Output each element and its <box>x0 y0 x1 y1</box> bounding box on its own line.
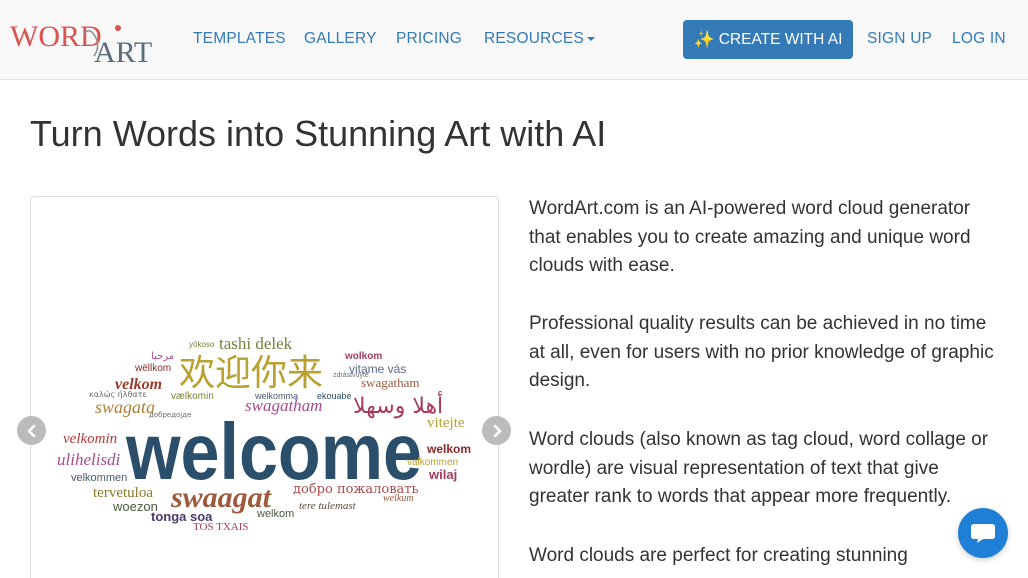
nav-gallery[interactable]: GALLERY <box>304 30 377 48</box>
logo-art-text: ART <box>94 36 152 68</box>
cloud-word: velkomin <box>63 431 117 447</box>
chevron-left-icon <box>27 424 35 437</box>
wordart-logo[interactable]: WORD ART <box>10 16 172 68</box>
nav-templates[interactable]: TEMPLATES <box>193 30 286 48</box>
cloud-word: velkommen <box>71 472 127 484</box>
cloud-word: καλώς ήλθατε <box>89 389 147 399</box>
cloud-word: vitejte <box>427 415 465 431</box>
sparkles-icon: ✨ <box>693 29 715 49</box>
cloud-word: valkommen <box>407 457 458 468</box>
cloud-word: tere tulemast <box>299 500 357 512</box>
top-navbar: WORD ART TEMPLATES GALLERY PRICING RESOU… <box>0 0 1028 80</box>
wordcloud-image: welcome swaagat 欢迎你来 أهلا وسهلا tashi de… <box>57 334 471 533</box>
chat-bubble-icon <box>971 524 995 543</box>
usage-paragraph: Word clouds are perfect for creating stu… <box>529 545 908 566</box>
cloud-word: ulihelisdi <box>57 450 121 469</box>
cloud-word: zdrástvuyte <box>333 372 369 379</box>
caret-down-icon <box>586 36 595 41</box>
cloud-word: welkomma <box>254 391 298 401</box>
nav-pricing[interactable]: PRICING <box>396 30 462 48</box>
nav-resources[interactable]: RESOURCES <box>484 30 595 48</box>
nav-resources-label: RESOURCES <box>484 30 584 47</box>
cloud-word: TOS TXAIS <box>193 521 249 533</box>
cloud-word: swagata <box>95 397 155 417</box>
cloud-word: добредојде <box>149 411 191 419</box>
nav-log-in[interactable]: LOG IN <box>952 30 1006 48</box>
carousel-prev-button[interactable] <box>17 416 46 445</box>
page-title: Turn Words into Stunning Art with AI <box>30 113 607 154</box>
chat-widget-button[interactable] <box>958 508 1008 558</box>
create-with-ai-label: CREATE WITH AI <box>718 30 843 48</box>
chevron-right-icon <box>493 424 501 437</box>
create-with-ai-button[interactable]: ✨ CREATE WITH AI <box>683 20 853 59</box>
logo-word-text: WORD <box>10 20 102 53</box>
cloud-word: yōkoso <box>189 340 215 349</box>
cloud-word: welkom <box>256 508 294 520</box>
cloud-word: مرحبا <box>151 351 174 362</box>
cloud-word: welkum <box>383 493 414 504</box>
logo-dot-icon <box>115 25 121 31</box>
cloud-word: wilaj <box>428 467 457 482</box>
cloud-word: welkom <box>426 442 471 456</box>
cloud-word: 欢迎你来 <box>179 353 323 394</box>
cloud-word: swagatham <box>361 375 419 390</box>
cloud-word: wolkom <box>344 351 382 362</box>
cloud-word: tashi delek <box>219 334 293 353</box>
cloud-word: vælkomin <box>171 391 214 402</box>
nav-sign-up[interactable]: SIGN UP <box>867 30 932 48</box>
carousel-next-button[interactable] <box>482 416 511 445</box>
quality-paragraph: Professional quality results can be achi… <box>529 313 994 391</box>
definition-paragraph: Word clouds (also known as tag cloud, wo… <box>529 429 989 507</box>
cloud-word: wëllkom <box>134 363 171 374</box>
intro-paragraph: WordArt.com is an AI-powered word cloud … <box>529 198 971 276</box>
cloud-word: ekouabé <box>317 391 352 401</box>
wordcloud-carousel: welcome swaagat 欢迎你来 أهلا وسهلا tashi de… <box>30 196 499 578</box>
